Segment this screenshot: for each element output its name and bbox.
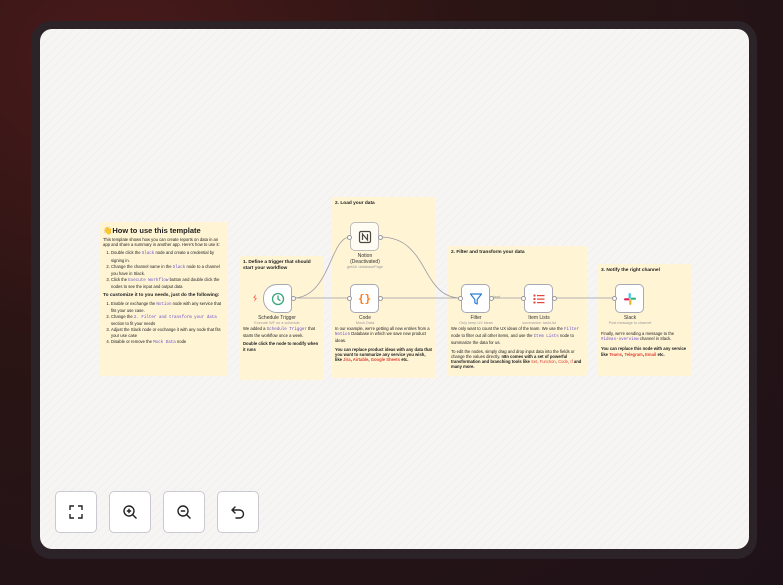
fit-view-button[interactable] bbox=[55, 491, 97, 533]
notion-output-handle[interactable] bbox=[378, 235, 383, 240]
reset-zoom-button[interactable] bbox=[217, 491, 259, 533]
notion-node-label: Notion (Deactivated) getAll: databasePag… bbox=[346, 253, 384, 269]
code-input-handle[interactable] bbox=[347, 296, 352, 301]
notion-input-handle[interactable] bbox=[347, 235, 352, 240]
clock-icon bbox=[271, 292, 284, 305]
zoom-in-button[interactable] bbox=[109, 491, 151, 533]
workflow-canvas[interactable]: 👋How to use this template This template … bbox=[40, 29, 749, 549]
slack-input-handle[interactable] bbox=[612, 296, 617, 301]
edge-label-kept: kept bbox=[493, 295, 501, 299]
funnel-icon bbox=[469, 292, 482, 305]
fit-view-icon bbox=[69, 505, 83, 519]
undo-icon bbox=[231, 506, 245, 519]
schedule-trigger-label: Schedule Trigger Execute WF on a schedul… bbox=[254, 315, 300, 325]
item-lists-node[interactable] bbox=[524, 284, 553, 313]
schedule-trigger-node[interactable] bbox=[263, 284, 292, 313]
notion-icon bbox=[358, 230, 371, 243]
slack-icon bbox=[623, 292, 636, 305]
code-node-label: Code Mock Data bbox=[355, 315, 375, 325]
slack-node-label: Slack Post message to channel bbox=[608, 315, 652, 325]
code-output-handle[interactable] bbox=[378, 296, 383, 301]
schedule-output-handle[interactable] bbox=[291, 296, 296, 301]
list-icon bbox=[533, 294, 544, 303]
slack-node[interactable] bbox=[615, 284, 644, 313]
filter-node[interactable] bbox=[461, 284, 490, 313]
zoom-out-icon bbox=[177, 505, 191, 519]
itemlists-output-handle[interactable] bbox=[552, 296, 557, 301]
code-braces-icon: {} bbox=[357, 292, 372, 305]
item-lists-node-label: Item Lists summarize: taskList bbox=[522, 315, 556, 325]
zoom-out-button[interactable] bbox=[163, 491, 205, 533]
filter-input-handle[interactable] bbox=[458, 296, 463, 301]
notion-node[interactable] bbox=[350, 222, 379, 251]
itemlists-input-handle[interactable] bbox=[521, 296, 526, 301]
code-node[interactable]: {} bbox=[350, 284, 379, 313]
filter-output-handle[interactable] bbox=[489, 296, 494, 301]
zoom-in-icon bbox=[123, 505, 137, 519]
trigger-bolt-icon bbox=[253, 294, 257, 302]
